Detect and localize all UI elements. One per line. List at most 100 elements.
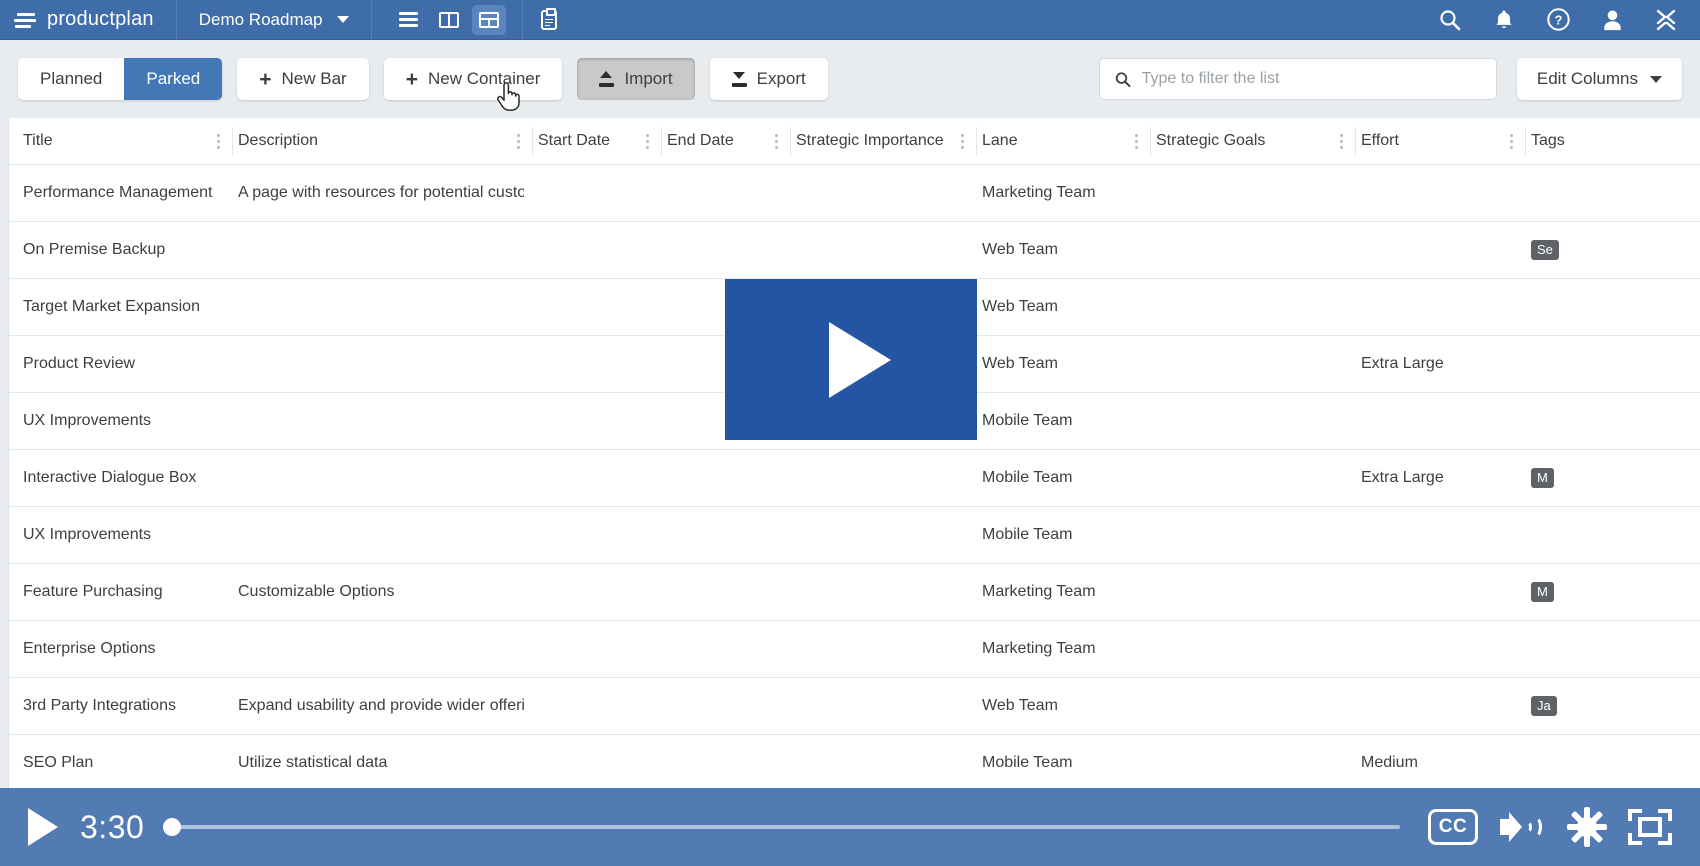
table-row[interactable]: Feature Purchasing Customizable Options Ma…	[9, 564, 1700, 621]
column-header-strategic-importance[interactable]: Strategic Importance	[782, 118, 977, 165]
column-header-start-date[interactable]: Start Date	[524, 118, 662, 165]
cell-title: UX Improvements	[23, 526, 152, 543]
column-header-tags[interactable]: Tags	[1517, 118, 1697, 165]
column-resize-handle[interactable]	[641, 129, 653, 153]
table-area: Title Description Start Date End Date St…	[0, 118, 1700, 866]
sound-wave-icon	[1528, 816, 1542, 838]
column-resize-handle[interactable]	[512, 129, 524, 153]
cell-lane: Mobile Team	[982, 526, 1073, 543]
table-row[interactable]: SEO Plan Utilize statistical data Mobile T…	[9, 735, 1700, 792]
cell-title: Interactive Dialogue Box	[23, 469, 197, 486]
table-row[interactable]: On Premise Backup Web Team Se	[9, 222, 1700, 279]
search-icon[interactable]	[1438, 8, 1462, 32]
cell-description: Utilize statistical data	[238, 754, 388, 771]
new-container-label: New Container	[427, 69, 541, 88]
column-resize-handle[interactable]	[1335, 129, 1347, 153]
column-header-effort[interactable]: Effort	[1347, 118, 1526, 165]
cell-effort: Extra Large	[1361, 469, 1444, 486]
cell-lane: Web Team	[982, 697, 1058, 714]
column-label: Tags	[1531, 132, 1565, 149]
column-header-end-date[interactable]: End Date	[653, 118, 791, 165]
data-table: Title Description Start Date End Date St…	[8, 118, 1700, 866]
cc-button[interactable]: CC	[1428, 809, 1478, 845]
tag-chip: Se	[1531, 239, 1559, 261]
fullscreen-button[interactable]	[1628, 809, 1672, 845]
fullscreen-frame-icon	[1638, 817, 1662, 837]
settings-gear-button[interactable]	[1567, 807, 1607, 847]
column-label: Strategic Goals	[1156, 132, 1266, 149]
planned-tab[interactable]: Planned	[18, 58, 125, 100]
export-button[interactable]: Export	[709, 58, 828, 100]
filter-search-box[interactable]	[1098, 58, 1497, 100]
list-view-icon	[399, 12, 419, 27]
table-body: Performance Management A page with resour…	[9, 165, 1700, 792]
import-button[interactable]: Import	[577, 58, 695, 100]
table-row[interactable]: 3rd Party Integrations Expand usability a…	[9, 678, 1700, 735]
column-label: Strategic Importance	[796, 132, 944, 149]
board-view-button[interactable]	[432, 5, 466, 35]
column-label: End Date	[667, 132, 734, 149]
column-resize-handle[interactable]	[1130, 129, 1142, 153]
column-resize-handle[interactable]	[956, 129, 968, 153]
column-resize-handle[interactable]	[1505, 129, 1517, 153]
cell-effort: Extra Large	[1361, 355, 1444, 372]
column-label: Effort	[1361, 132, 1399, 149]
table-view-button[interactable]	[471, 4, 506, 35]
cell-lane: Web Team	[982, 355, 1058, 372]
view-switcher-group	[372, 0, 523, 40]
cell-lane: Web Team	[982, 241, 1058, 258]
column-header-description[interactable]: Description	[224, 118, 533, 165]
table-row[interactable]: UX Improvements Mobile Team	[9, 507, 1700, 564]
cell-lane: Marketing Team	[982, 583, 1096, 600]
download-icon	[731, 71, 747, 87]
column-label: Lane	[982, 132, 1018, 149]
table-row[interactable]: Interactive Dialogue Box Mobile Team Extra…	[9, 450, 1700, 507]
play-button[interactable]	[28, 808, 58, 846]
export-label: Export	[756, 69, 806, 88]
cell-tags: Se	[1517, 239, 1697, 261]
toolbar: Planned Parked + New Bar + New Container…	[0, 40, 1700, 118]
brand-logo-area[interactable]: productplan	[0, 0, 177, 40]
table-row[interactable]: Enterprise Options Marketing Team	[9, 621, 1700, 678]
volume-button[interactable]	[1500, 810, 1546, 844]
column-header-strategic-goals[interactable]: Strategic Goals	[1142, 118, 1356, 165]
table-header-row: Title Description Start Date End Date St…	[9, 118, 1700, 165]
roadmap-selector[interactable]: Demo Roadmap	[177, 0, 372, 40]
column-header-lane[interactable]: Lane	[968, 118, 1151, 165]
top-navigation-bar: productplan Demo Roadmap ?	[0, 0, 1700, 40]
search-input[interactable]	[1141, 70, 1481, 88]
video-play-overlay[interactable]	[725, 279, 977, 440]
cell-lane: Mobile Team	[982, 754, 1073, 771]
user-icon[interactable]	[1600, 8, 1624, 32]
parked-tab[interactable]: Parked	[124, 58, 223, 100]
cell-lane: Marketing Team	[982, 640, 1096, 657]
app-root: productplan Demo Roadmap ? Planned Parke…	[0, 0, 1700, 866]
cell-lane: Mobile Team	[982, 469, 1073, 486]
column-resize-handle[interactable]	[212, 129, 224, 153]
brand-name: productplan	[47, 8, 154, 30]
video-progress-slider[interactable]	[163, 818, 1400, 836]
nav-right-icons: ?	[1438, 8, 1700, 32]
new-container-button[interactable]: + New Container	[383, 58, 563, 100]
new-bar-button[interactable]: + New Bar	[237, 58, 369, 100]
video-progress-knob[interactable]	[163, 818, 182, 836]
bell-icon[interactable]	[1492, 8, 1516, 32]
search-icon	[1115, 71, 1131, 87]
help-icon[interactable]: ?	[1546, 8, 1570, 32]
close-icon[interactable]	[1654, 8, 1678, 32]
upload-icon	[599, 71, 615, 87]
column-header-title[interactable]: Title	[9, 118, 233, 165]
gear-icon-core	[1577, 817, 1597, 837]
list-view-button[interactable]	[392, 5, 426, 35]
planned-parked-segment: Planned Parked	[18, 58, 223, 100]
column-resize-handle[interactable]	[770, 129, 782, 153]
column-label: Description	[238, 132, 319, 149]
video-current-time: 3:30	[80, 808, 145, 845]
video-control-bar: 3:30 CC	[0, 788, 1700, 866]
cell-lane: Mobile Team	[982, 412, 1073, 429]
tag-chip: Ja	[1531, 695, 1557, 717]
table-row[interactable]: Performance Management A page with resour…	[9, 165, 1700, 222]
edit-columns-button[interactable]: Edit Columns	[1516, 58, 1682, 100]
reports-button[interactable]	[523, 0, 575, 40]
plus-icon: +	[405, 67, 418, 91]
